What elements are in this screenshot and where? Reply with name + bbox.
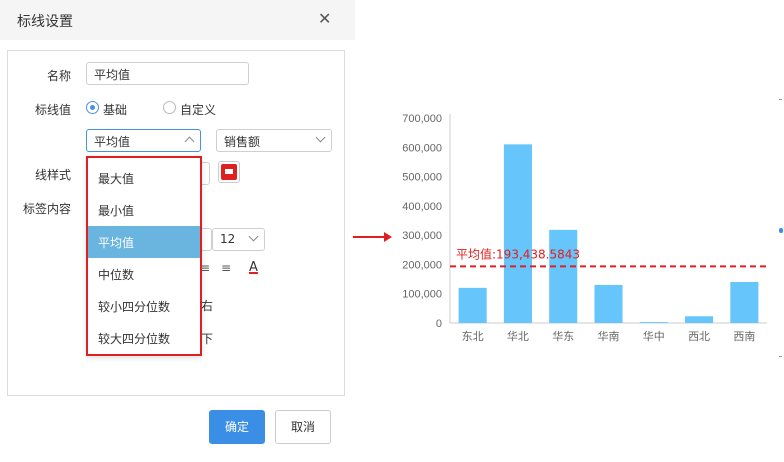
bar-1: [503, 144, 532, 323]
font-size-select[interactable]: 12: [212, 228, 265, 251]
bar-5: [685, 316, 714, 323]
dropdown-option-lower-quartile[interactable]: 较小四分位数: [88, 290, 200, 322]
chevron-up-icon: [184, 136, 195, 147]
x-tick-label: 华北: [507, 329, 529, 343]
radio-custom[interactable]: [163, 101, 176, 114]
field-select[interactable]: 销售额: [216, 129, 332, 152]
dropdown-option-min[interactable]: 最小值: [88, 194, 200, 226]
x-tick-label: 华中: [643, 329, 665, 343]
y-tick-label: 200,000: [402, 259, 442, 271]
radio-basic-label: 基础: [103, 103, 128, 117]
x-tick-label: 西北: [688, 330, 710, 343]
bar-0: [458, 287, 487, 323]
y-tick-label: 0: [436, 318, 442, 330]
y-tick-label: 400,000: [402, 201, 442, 213]
name-label: 名称: [47, 69, 72, 83]
line-style-label: 线样式: [35, 168, 72, 182]
position-right-label: 右: [201, 299, 214, 313]
side-handle[interactable]: [779, 228, 783, 233]
confirm-button[interactable]: 确定: [209, 410, 265, 444]
font-color-icon[interactable]: A: [249, 260, 258, 275]
bar-4: [639, 322, 668, 323]
y-tick-label: 500,000: [402, 172, 442, 184]
x-tick-label: 华南: [598, 329, 620, 343]
position-bottom-label: 下: [201, 332, 214, 346]
dialog-title: 标线设置: [17, 14, 73, 30]
name-input[interactable]: 平均值: [86, 62, 249, 85]
dropdown-option-median[interactable]: 中位数: [88, 258, 200, 290]
x-tick-label: 华东: [552, 329, 574, 343]
dropdown-option-average[interactable]: 平均值: [88, 226, 200, 258]
radio-custom-label: 自定义: [180, 103, 217, 117]
field-select-value: 销售额: [224, 135, 261, 149]
x-tick-label: 西南: [733, 330, 755, 343]
markline-value-label: 标线值: [35, 103, 72, 117]
aggregation-select[interactable]: 平均值: [86, 129, 201, 152]
dropdown-option-max[interactable]: 最大值: [88, 162, 200, 194]
dropdown-option-upper-quartile[interactable]: 较大四分位数: [88, 322, 200, 354]
y-tick-label: 700,000: [402, 113, 442, 125]
label-content-label: 标签内容: [23, 202, 72, 216]
line-color-picker[interactable]: [218, 161, 240, 183]
aggregation-dropdown: 最大值 最小值 平均值 中位数 较小四分位数 较大四分位数: [86, 156, 202, 356]
align-right-icon[interactable]: ≡: [221, 261, 231, 275]
bar-2: [549, 229, 578, 323]
font-size-value: 12: [220, 232, 236, 246]
bar-chart: 0 100,000 200,000 300,000 400,000 500,000 600,…: [402, 113, 767, 343]
y-tick-label: 100,000: [402, 289, 442, 301]
markline-settings-dialog: 标线设置 ✕ 名称 平均值 标线值 基础 自定义 平均值 销售额 线样式 标签内…: [0, 0, 355, 462]
y-tick-label: 600,000: [402, 142, 442, 154]
close-icon[interactable]: ✕: [318, 9, 331, 28]
aggregation-select-value: 平均值: [94, 135, 131, 149]
bar-3: [594, 284, 623, 323]
dialog-header: 标线设置 ✕: [0, 0, 355, 40]
arrow-right-icon: [353, 232, 392, 242]
radio-basic[interactable]: [86, 101, 99, 114]
mark-line-label: 平均值:193,438.5843: [456, 246, 580, 261]
cancel-button[interactable]: 取消: [275, 410, 331, 444]
y-tick-label: 300,000: [402, 230, 442, 242]
x-tick-label: 东北: [462, 330, 484, 343]
side-tick-top: [779, 99, 782, 100]
side-tick-bottom: [779, 356, 782, 357]
chevron-down-icon: [248, 231, 259, 242]
chevron-down-icon: [315, 132, 326, 143]
bar-6: [730, 282, 759, 323]
